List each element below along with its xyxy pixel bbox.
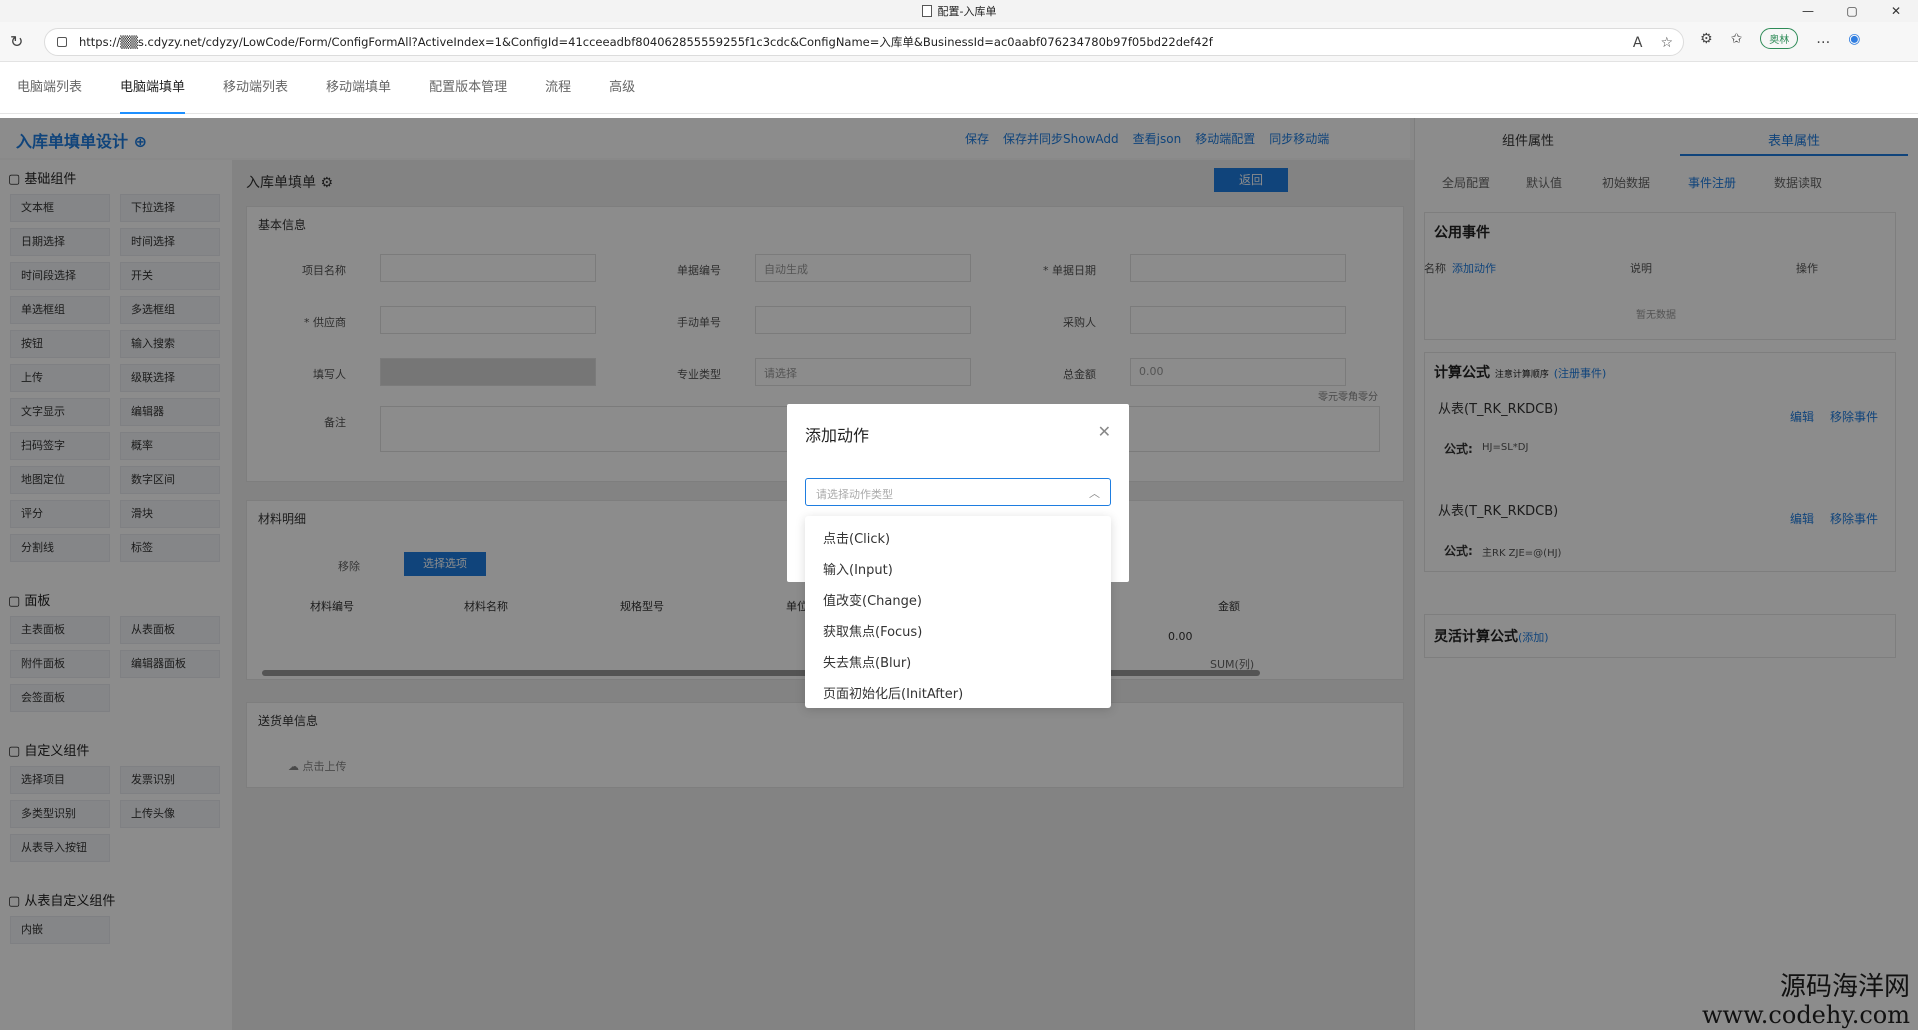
close-window-button[interactable]: ✕ [1874, 0, 1918, 22]
tab-mobile-form[interactable]: 移动端填单 [326, 62, 391, 114]
option-focus[interactable]: 获取焦点(Focus) [805, 617, 1111, 648]
favorite-star-icon[interactable]: ☆ [1660, 35, 1673, 51]
url-icons: A ☆ [1633, 35, 1673, 51]
app-top-tabs: 电脑端列表 电脑端填单 移动端列表 移动端填单 配置版本管理 流程 高级 [0, 62, 1918, 114]
minimize-button[interactable]: — [1786, 0, 1830, 22]
profile-pill[interactable]: 奥林 [1760, 28, 1799, 49]
extensions-icon[interactable]: ⚙ [1700, 31, 1713, 47]
action-type-select[interactable]: 请选择动作类型 ︿ [805, 478, 1111, 506]
tab-pc-list[interactable]: 电脑端列表 [17, 62, 82, 114]
more-menu-icon[interactable]: … [1816, 31, 1830, 47]
window-controls: — ▢ ✕ [1786, 0, 1918, 22]
modal-title: 添加动作 [805, 426, 870, 445]
option-click[interactable]: 点击(Click) [805, 524, 1111, 555]
window-title-bar: 配置-入库单 — ▢ ✕ [0, 0, 1918, 22]
watermark-cn: 源码海洋网 [1779, 972, 1910, 1002]
option-blur[interactable]: 失去焦点(Blur) [805, 648, 1111, 679]
action-type-dropdown: 点击(Click) 输入(Input) 值改变(Change) 获取焦点(Foc… [805, 516, 1111, 708]
chevron-up-icon: ︿ [1089, 487, 1100, 500]
window-title: 配置-入库单 [937, 5, 997, 18]
tab-pc-form[interactable]: 电脑端填单 [120, 62, 186, 114]
read-aloud-icon[interactable]: A [1633, 35, 1643, 51]
copilot-icon[interactable]: ◉ [1848, 31, 1860, 47]
option-change[interactable]: 值改变(Change) [805, 586, 1111, 617]
watermark-en: www.codehy.com [1702, 1001, 1910, 1029]
favorites-icon[interactable]: ✩ [1731, 31, 1743, 47]
watermark: 源码海洋网 www.codehy.com [1702, 972, 1910, 1028]
address-bar-area: ↻ https://▒▒s.cdyzy.net/cdyzy/LowCode/Fo… [0, 22, 1918, 62]
tab-workflow[interactable]: 流程 [545, 62, 571, 114]
option-init-after[interactable]: 页面初始化后(InitAfter) [805, 679, 1111, 710]
document-icon [921, 5, 932, 17]
reload-icon[interactable]: ↻ [10, 32, 23, 51]
url-field[interactable]: https://▒▒s.cdyzy.net/cdyzy/LowCode/Form… [44, 28, 1684, 56]
tab-advanced[interactable]: 高级 [609, 62, 635, 114]
action-type-placeholder: 请选择动作类型 [816, 488, 893, 501]
option-input[interactable]: 输入(Input) [805, 555, 1111, 586]
browser-toolbar: ⚙ ✩ 奥林 … ◉ [1700, 28, 1861, 49]
tab-mobile-list[interactable]: 移动端列表 [223, 62, 288, 114]
maximize-button[interactable]: ▢ [1830, 0, 1874, 22]
tab-version-manage[interactable]: 配置版本管理 [429, 62, 507, 114]
url-text[interactable]: https://▒▒s.cdyzy.net/cdyzy/LowCode/Form… [79, 34, 1671, 50]
lock-icon[interactable] [57, 37, 67, 47]
close-icon[interactable]: ✕ [1098, 422, 1111, 441]
